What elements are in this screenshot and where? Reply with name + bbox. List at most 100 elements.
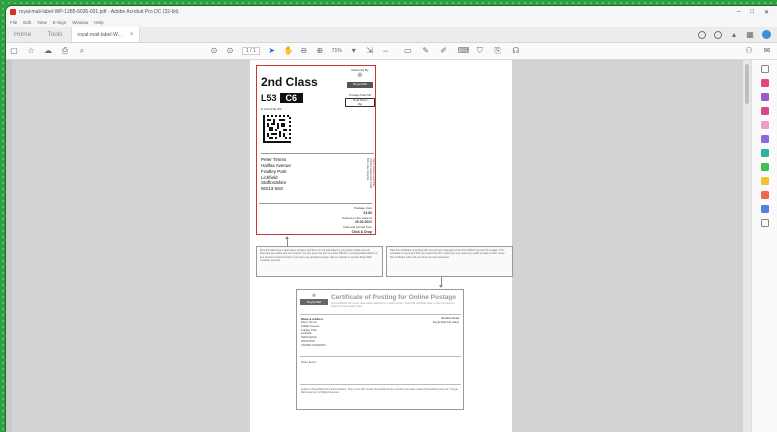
- scrollbar-thumb[interactable]: [745, 64, 749, 104]
- shipping-label: 2nd Class Delivered By ♔ Royal Mail Post…: [256, 65, 376, 235]
- menu-esign[interactable]: E-Sign: [53, 20, 67, 25]
- organize-pages-icon[interactable]: [760, 149, 769, 157]
- sound-icon[interactable]: ☊: [512, 47, 520, 55]
- notifications-icon[interactable]: ▴: [730, 30, 738, 39]
- address-line: UNITED KINGDOM: [301, 342, 326, 347]
- tools-side-panel: [751, 60, 777, 432]
- divider: [300, 356, 461, 357]
- acrobat-app-icon: [10, 9, 16, 15]
- royal-mail-logo: Royal Mail: [347, 81, 373, 88]
- tab-document[interactable]: royal-mail-label-W... ×: [70, 27, 141, 42]
- left-panel-gutter[interactable]: [6, 60, 12, 432]
- tab-home[interactable]: Home: [6, 27, 39, 42]
- route-code: L53 C6: [261, 93, 304, 103]
- menu-edit[interactable]: Edit: [23, 20, 31, 25]
- search-icon[interactable]: ⌕: [78, 47, 86, 55]
- tracking-reference: H AC3 2YE W2: [261, 107, 282, 111]
- fit-page-icon[interactable]: ⇲: [366, 47, 374, 55]
- protect-icon[interactable]: [760, 177, 769, 185]
- hand-tool-icon[interactable]: ✋: [284, 47, 294, 55]
- certificate-subtitle: This certificate will not be valid unles…: [331, 302, 455, 309]
- payment-value: Click & Drop: [351, 229, 372, 234]
- pdf-page: 2nd Class Delivered By ♔ Royal Mail Post…: [250, 60, 513, 432]
- redact-icon[interactable]: [760, 163, 769, 171]
- postage-cost-label: Postage Cost: [353, 206, 372, 210]
- royal-mail-mark: Delivered By ♔ Royal Mail: [345, 68, 375, 89]
- crown-icon: ♔: [357, 72, 363, 79]
- fill-sign-icon[interactable]: [760, 191, 769, 199]
- route-code-main: L53: [261, 93, 277, 103]
- account-icon[interactable]: ⚇: [745, 47, 753, 55]
- bookmark-star-icon[interactable]: ☆: [27, 47, 35, 55]
- label-instructions: Print this label onto a plain piece of p…: [256, 246, 383, 277]
- sign-icon[interactable]: ⎘: [494, 47, 502, 55]
- help-icon[interactable]: [714, 30, 722, 39]
- posted-date: 20.02.2021: [355, 220, 372, 225]
- zoom-out-icon[interactable]: ⊖: [300, 47, 308, 55]
- next-page-icon[interactable]: ⊙: [226, 47, 234, 55]
- postage-paid-text: Postage Paid GB: [349, 93, 371, 97]
- close-tab-icon[interactable]: ×: [130, 32, 134, 38]
- search-tool-icon[interactable]: [760, 65, 769, 73]
- create-pdf-icon[interactable]: ▢: [10, 47, 18, 55]
- tab-bar: Home Tools royal-mail-label-W... × ▴ ▦: [6, 27, 777, 43]
- comment-tool-icon[interactable]: [760, 121, 769, 129]
- document-canvas[interactable]: 2nd Class Delivered By ♔ Royal Mail Post…: [6, 60, 751, 432]
- postage-cost-value: £3.80: [363, 210, 373, 215]
- scroll-mode-icon[interactable]: ⇔: [382, 47, 390, 55]
- service-used-value: Royal Mail 2nd Class: [432, 319, 459, 324]
- send-for-signature-icon[interactable]: [760, 205, 769, 213]
- menu-file[interactable]: File: [10, 20, 17, 25]
- divider: [300, 384, 461, 385]
- previous-page-icon[interactable]: ⊙: [210, 47, 218, 55]
- create-pdf-tool-icon[interactable]: [760, 107, 769, 115]
- export-pdf-icon[interactable]: [760, 79, 769, 87]
- apps-grid-icon[interactable]: ▦: [746, 30, 754, 39]
- page-indicator[interactable]: 1 / 1: [242, 47, 260, 55]
- more-tools-icon[interactable]: [760, 219, 769, 227]
- draw-icon[interactable]: ✐: [440, 47, 448, 55]
- minimize-button[interactable]: –: [737, 9, 740, 16]
- certificate-footer: Subject to Royal Mail terms and conditio…: [301, 388, 458, 395]
- tab-tools[interactable]: Tools: [39, 27, 70, 42]
- upload-cloud-icon[interactable]: ☁: [44, 47, 52, 55]
- certificate-instructions: Take this certificate of posting with yo…: [386, 246, 513, 277]
- menu-view[interactable]: View: [37, 20, 47, 25]
- select-cursor-icon[interactable]: ➤: [268, 47, 276, 55]
- share-icon[interactable]: [698, 30, 706, 39]
- parcel-weight: 2kg: [357, 102, 363, 106]
- vertical-scrollbar[interactable]: [743, 60, 751, 432]
- route-code-sub: C6: [279, 93, 304, 103]
- sender-address: Peter Timms Halifax Avenue Fradley Park …: [301, 320, 326, 347]
- comment-icon[interactable]: ▭: [404, 47, 412, 55]
- combine-files-icon[interactable]: [760, 135, 769, 143]
- datamatrix-barcode: [263, 115, 291, 143]
- service-used: Service Used Royal Mail 2nd Class: [432, 316, 459, 325]
- highlight-pen-icon[interactable]: ✎: [422, 47, 430, 55]
- email-icon[interactable]: ✉: [763, 47, 771, 55]
- maximize-button[interactable]: □: [750, 9, 754, 16]
- close-window-button[interactable]: ✕: [764, 9, 769, 16]
- menu-window[interactable]: Window: [72, 20, 88, 25]
- other-items-label: Other Items:: [301, 360, 317, 364]
- zoom-level[interactable]: 71%: [332, 48, 342, 54]
- text-box-icon[interactable]: ⌨: [458, 47, 470, 55]
- main-toolbar: ▢ ☆ ☁ ⎙ ⌕ ⊙ ⊙ 1 / 1 ➤ ✋ ⊖ ⊕ 71% ▾ ⇲ ⇔ ▭ …: [6, 43, 777, 60]
- print-icon[interactable]: ⎙: [61, 47, 69, 55]
- certificate-title: Certificate of Posting for Online Postag…: [331, 294, 456, 301]
- document-tab-label: royal-mail-label-W...: [77, 31, 122, 38]
- menu-help[interactable]: Help: [94, 20, 103, 25]
- royal-mail-mark: ♔ Royal Mail: [300, 293, 328, 305]
- service-class: 2nd Class: [261, 75, 318, 89]
- arrow-down-icon: [439, 277, 443, 288]
- arrow-up-icon: [285, 236, 289, 246]
- avatar[interactable]: [762, 30, 771, 39]
- acrobat-window: royal-mail-label-WP-1285-6036-001.pdf - …: [6, 6, 777, 432]
- menu-bar: File Edit View E-Sign Window Help: [6, 18, 777, 27]
- return-address-vertical: Return Address Royal Mail Lichfield Staf…: [365, 158, 375, 189]
- title-bar: royal-mail-label-WP-1285-6036-001.pdf - …: [6, 6, 777, 18]
- zoom-in-icon[interactable]: ⊕: [316, 47, 324, 55]
- chevron-down-icon[interactable]: ▾: [350, 47, 358, 55]
- edit-pdf-icon[interactable]: [760, 93, 769, 101]
- stamp-icon[interactable]: ⛉: [476, 47, 484, 55]
